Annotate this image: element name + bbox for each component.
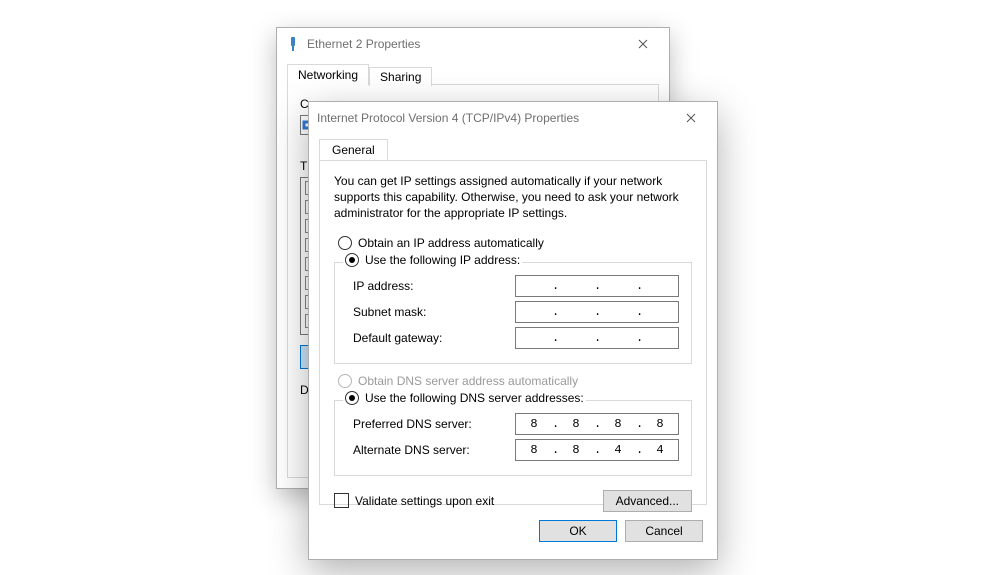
ip-octet[interactable]: 8 <box>558 417 594 431</box>
ok-button[interactable]: OK <box>539 520 617 542</box>
ip-octet[interactable]: 8 <box>558 443 594 457</box>
alternate-dns-input[interactable]: 8. 8. 4. 4 <box>515 439 679 461</box>
validate-settings-checkbox[interactable]: Validate settings upon exit <box>334 493 494 508</box>
radio-label: Obtain an IP address automatically <box>358 236 544 250</box>
subnet-mask-label: Subnet mask: <box>347 305 515 319</box>
default-gateway-input[interactable]: . . . <box>515 327 679 349</box>
tab-networking[interactable]: Networking <box>287 64 369 85</box>
cancel-button[interactable]: Cancel <box>625 520 703 542</box>
ethernet-close-button[interactable] <box>623 32 663 56</box>
preferred-dns-input[interactable]: 8. 8. 8. 8 <box>515 413 679 435</box>
ip-octet[interactable]: 8 <box>600 417 636 431</box>
radio-icon <box>345 253 359 267</box>
ip-octet[interactable]: 4 <box>642 443 678 457</box>
general-pane: You can get IP settings assigned automat… <box>319 160 707 505</box>
ip-octet[interactable]: 4 <box>600 443 636 457</box>
ip-octet[interactable]: 8 <box>516 417 552 431</box>
radio-use-following-ip[interactable]: Use the following IP address: <box>343 253 522 267</box>
ipv4-title: Internet Protocol Version 4 (TCP/IPv4) P… <box>317 111 579 125</box>
ip-address-label: IP address: <box>347 279 515 293</box>
ipv4-tabstrip: General <box>319 138 707 160</box>
ipv4-titlebar[interactable]: Internet Protocol Version 4 (TCP/IPv4) P… <box>309 102 717 133</box>
radio-obtain-dns-auto: Obtain DNS server address automatically <box>338 374 692 388</box>
radio-label: Use the following DNS server addresses: <box>365 391 584 405</box>
ip-address-input[interactable]: . . . <box>515 275 679 297</box>
radio-label: Obtain DNS server address automatically <box>358 374 578 388</box>
radio-label: Use the following IP address: <box>365 253 520 267</box>
ethernet-icon <box>285 36 301 52</box>
radio-obtain-ip-auto[interactable]: Obtain an IP address automatically <box>338 236 692 250</box>
ip-address-group: Use the following IP address: IP address… <box>334 262 692 364</box>
advanced-button[interactable]: Advanced... <box>603 490 692 512</box>
alternate-dns-label: Alternate DNS server: <box>347 443 515 457</box>
ip-octet[interactable]: 8 <box>642 417 678 431</box>
ethernet-titlebar[interactable]: Ethernet 2 Properties <box>277 28 669 59</box>
radio-icon <box>345 391 359 405</box>
ipv4-properties-window: Internet Protocol Version 4 (TCP/IPv4) P… <box>308 101 718 560</box>
ip-settings-description: You can get IP settings assigned automat… <box>334 173 692 222</box>
ethernet-title: Ethernet 2 Properties <box>307 37 420 51</box>
close-icon <box>638 39 648 49</box>
radio-icon <box>338 236 352 250</box>
tab-sharing[interactable]: Sharing <box>369 67 432 86</box>
radio-use-following-dns[interactable]: Use the following DNS server addresses: <box>343 391 586 405</box>
default-gateway-label: Default gateway: <box>347 331 515 345</box>
ipv4-close-button[interactable] <box>671 106 711 130</box>
ethernet-tabstrip: Networking Sharing <box>287 62 659 84</box>
close-icon <box>686 113 696 123</box>
preferred-dns-label: Preferred DNS server: <box>347 417 515 431</box>
subnet-mask-input[interactable]: . . . <box>515 301 679 323</box>
dns-group: Use the following DNS server addresses: … <box>334 400 692 476</box>
validate-settings-label: Validate settings upon exit <box>355 494 494 508</box>
radio-icon <box>338 374 352 388</box>
tab-general[interactable]: General <box>319 139 388 161</box>
ip-octet[interactable]: 8 <box>516 443 552 457</box>
dialog-footer: OK Cancel <box>319 513 707 549</box>
checkbox-icon <box>334 493 349 508</box>
